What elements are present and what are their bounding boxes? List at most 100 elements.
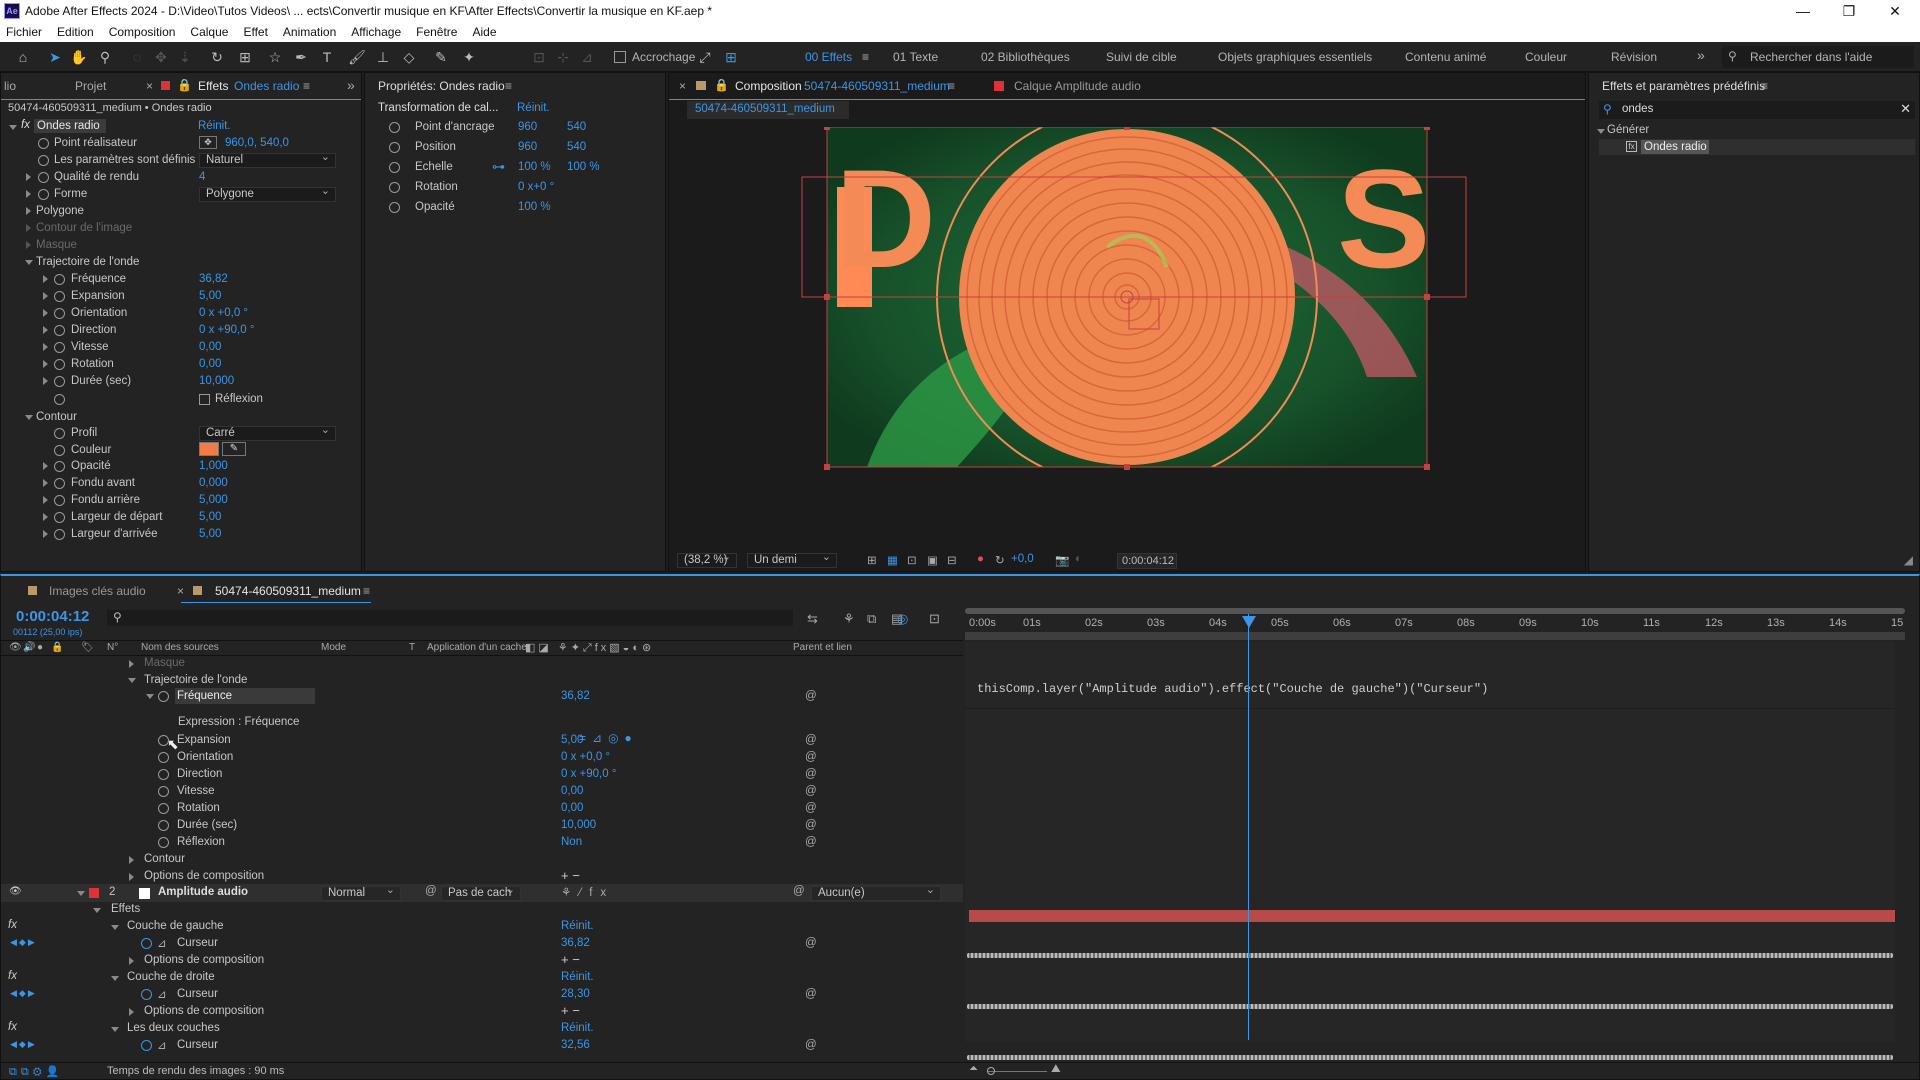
close-icon[interactable]: × — [177, 584, 184, 598]
fx-icon[interactable]: fx — [21, 119, 30, 131]
column-source-name[interactable]: Nom des sources — [141, 642, 219, 653]
tab-projet[interactable]: Projet — [75, 79, 106, 93]
graph-icon[interactable]: ⊿ — [157, 1038, 167, 1052]
puppet-tool-icon[interactable]: ✦ — [460, 48, 478, 66]
zoom-slider[interactable] — [987, 1071, 1047, 1072]
menu-fenetre[interactable]: Fenêtre — [416, 25, 457, 39]
stopwatch-icon[interactable] — [54, 342, 65, 353]
expression-text[interactable]: thisComp.layer("Amplitude audio").effect… — [977, 682, 1488, 696]
effect-reset-link[interactable]: Réinit. — [561, 1022, 594, 1034]
draft-3d-icon[interactable]: ⚘ — [843, 611, 855, 627]
stopwatch-icon[interactable] — [141, 1040, 152, 1051]
prop-value[interactable]: 0 x +90,0 ° — [199, 324, 254, 336]
prop-value[interactable]: 1,000 — [199, 460, 228, 472]
expand-triangle-icon[interactable] — [43, 326, 48, 334]
stopwatch-icon[interactable] — [54, 461, 65, 472]
close-icon[interactable]: ✕ — [1872, 0, 1918, 22]
expand-triangle-icon[interactable] — [43, 462, 48, 470]
prop-value[interactable]: 10,000 — [199, 375, 234, 387]
eraser-tool-icon[interactable]: ◇ — [400, 48, 418, 66]
presets-category[interactable]: Générer — [1607, 124, 1649, 136]
composition-tab-label[interactable]: Composition — [735, 79, 802, 93]
menu-effet[interactable]: Effet — [243, 25, 267, 39]
collapse-triangle-icon[interactable] — [25, 260, 33, 265]
tab-comp-timeline[interactable]: 50474-460509311_medium — [215, 584, 361, 598]
presets-search-field[interactable]: ⚲ ondes ✕ — [1599, 101, 1915, 119]
menu-aide[interactable]: Aide — [472, 25, 496, 39]
position-y-value[interactable]: 540 — [567, 141, 586, 153]
panel-menu-icon[interactable]: ≡ — [948, 79, 955, 93]
workspace-revision[interactable]: Révision — [1611, 50, 1657, 64]
prop-value[interactable]: 0 x +0,0 ° — [561, 751, 610, 763]
workspace-overflow[interactable]: » — [1697, 47, 1705, 63]
prop-value[interactable]: 5,000 — [199, 494, 228, 506]
keyframe-navigator-icon[interactable]: ◀◆▶ — [10, 988, 37, 999]
work-area-bar[interactable] — [965, 608, 1905, 614]
stopwatch-icon[interactable] — [54, 445, 65, 456]
layer-name[interactable]: Amplitude audio — [158, 886, 248, 898]
tab-audio-keyframes[interactable]: Images clés audio — [49, 584, 146, 598]
comp-mini-flowchart-icon[interactable]: ⇆ — [807, 611, 818, 627]
lock-icon[interactable]: 🔒 — [714, 78, 729, 92]
collapse-icon[interactable]: » — [347, 77, 355, 93]
collapse-triangle-icon[interactable] — [111, 1027, 119, 1032]
audio-icon[interactable]: 🔊 — [23, 642, 35, 653]
reflection-checkbox[interactable] — [199, 394, 210, 405]
fast-preview-icon[interactable]: ⊞ — [867, 553, 877, 567]
composition-tab-name[interactable]: 50474-460509311_medium — [804, 79, 950, 93]
anchor-x-value[interactable]: 960 — [518, 121, 537, 133]
workspace-suivi[interactable]: Suivi de cible — [1106, 50, 1177, 64]
expand-triangle-icon[interactable] — [43, 479, 48, 487]
minimize-icon[interactable]: — — [1780, 0, 1826, 22]
stopwatch-icon[interactable] — [54, 325, 65, 336]
world-axis-icon[interactable]: ⊹ — [554, 48, 572, 66]
prop-value[interactable]: 0,00 — [199, 358, 221, 370]
parameters-dropdown[interactable]: Naturel — [199, 151, 336, 168]
expand-triangle-icon[interactable] — [43, 309, 48, 317]
stopwatch-icon[interactable] — [389, 122, 400, 133]
close-icon[interactable]: × — [679, 79, 686, 93]
workspace-objets[interactable]: Objets graphiques essentiels — [1218, 50, 1372, 64]
snap-options-icon[interactable]: ⤢ — [696, 48, 714, 66]
expand-triangle-icon[interactable] — [26, 173, 31, 181]
mask-visibility-icon[interactable]: ⊡ — [907, 553, 917, 567]
pickwhip-icon[interactable]: @ — [805, 690, 817, 702]
expand-triangle-icon[interactable] — [129, 873, 134, 881]
channel-icon[interactable]: ● — [977, 553, 984, 565]
workspace-texte[interactable]: 01 Texte — [893, 50, 938, 64]
expand-triangle-icon[interactable] — [43, 360, 48, 368]
transform-reset-link[interactable]: Réinit. — [517, 102, 550, 114]
keyframes-strip-left[interactable] — [967, 953, 1893, 958]
prop-value[interactable]: 0 x +0,0 ° — [199, 307, 248, 319]
layer-switches-icons[interactable]: ⚘⁄fx — [561, 885, 614, 899]
hand-tool-icon[interactable]: ✋ — [70, 48, 88, 66]
maximize-icon[interactable]: ❐ — [1826, 0, 1872, 22]
graph-icon[interactable]: ⊿ — [157, 936, 167, 950]
fx-icon[interactable]: fx — [8, 970, 17, 982]
stopwatch-icon[interactable] — [54, 308, 65, 319]
expand-triangle-icon[interactable] — [129, 660, 134, 668]
parent-dropdown[interactable]: Aucun(e) — [811, 884, 941, 901]
scale-y-value[interactable]: 100 % — [567, 161, 600, 173]
stopwatch-icon[interactable] — [141, 989, 152, 1000]
stopwatch-icon[interactable] — [54, 274, 65, 285]
star-tool-icon[interactable]: ☆ — [266, 48, 284, 66]
label-icon[interactable]: 🏷 — [81, 642, 94, 653]
scale-x-value[interactable]: 100 % — [518, 161, 551, 173]
current-timecode[interactable]: 0:00:04:12 — [16, 608, 89, 625]
shy-layers-icon[interactable]: ⧉ — [867, 611, 876, 627]
stopwatch-icon[interactable] — [38, 155, 49, 166]
stopwatch-icon[interactable] — [38, 138, 49, 149]
collapse-triangle-icon[interactable] — [77, 891, 85, 896]
menu-composition[interactable]: Composition — [109, 25, 176, 39]
frequency-label[interactable]: Fréquence — [177, 690, 232, 702]
frequency-value[interactable]: 36,82 — [199, 273, 228, 285]
prop-value[interactable]: 5,00 — [199, 528, 221, 540]
layer-color-label[interactable] — [89, 888, 99, 898]
link-icon[interactable]: ⊶ — [492, 159, 505, 175]
playhead-handle[interactable] — [1242, 616, 1256, 628]
zoom-out-icon[interactable]: ⏶ — [969, 1063, 978, 1076]
expand-triangle-icon[interactable] — [129, 856, 134, 864]
expand-triangle-icon[interactable] — [129, 957, 134, 965]
point-value[interactable]: 960,0, 540,0 — [225, 137, 289, 149]
